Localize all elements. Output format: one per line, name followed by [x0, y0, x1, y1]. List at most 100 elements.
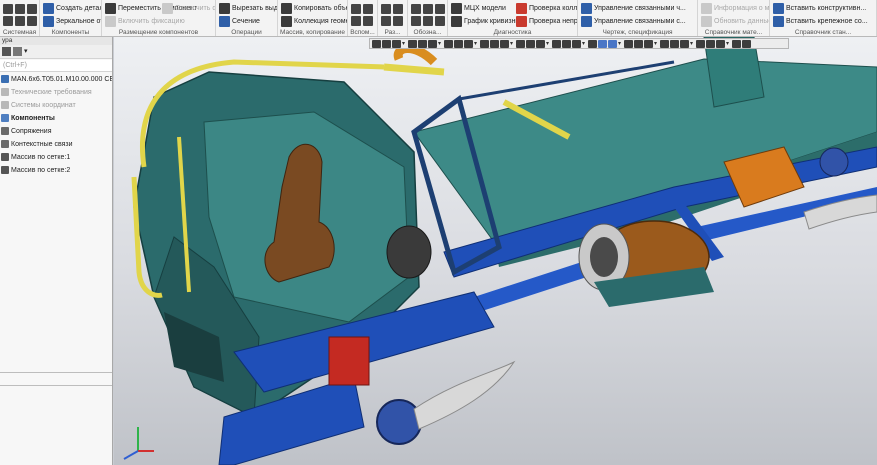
view-tool-icon[interactable]: [464, 39, 473, 48]
chevron-down-icon[interactable]: ▾: [402, 40, 407, 48]
tool-icon[interactable]: [423, 16, 433, 26]
view-tool-icon[interactable]: [454, 39, 463, 48]
3d-viewport[interactable]: ▾ ▾ ▾ ▾ ▾ ▾ ▾ ▾ ▾ ▾: [114, 37, 877, 465]
tool-icon[interactable]: [423, 4, 433, 14]
view-tool-icon[interactable]: [408, 39, 417, 48]
ribbon-button[interactable]: Коллекция геометрии: [281, 16, 347, 27]
tree-item-label: Системы координат: [11, 101, 76, 109]
view-tool-icon[interactable]: [742, 39, 751, 48]
ribbon-button[interactable]: Вставить крепежное со...: [773, 16, 868, 27]
ribbon-button[interactable]: Отключить фиксацию: [162, 3, 215, 14]
tree-item[interactable]: MAN.6x6.T05.01.M10.00.000 СБ Грузо: [0, 73, 112, 85]
view-tool-icon[interactable]: [500, 39, 509, 48]
view-tool-icon[interactable]: [598, 39, 607, 48]
ribbon-button[interactable]: График кривизны: [451, 16, 520, 27]
tool-icon[interactable]: [435, 4, 445, 14]
tree-search-input[interactable]: (Ctrl+F): [0, 60, 112, 72]
tree-item[interactable]: Массив по сетке:2: [0, 164, 112, 176]
tool-icon[interactable]: [27, 4, 37, 14]
tool-icon[interactable]: [363, 4, 373, 14]
tool-icon[interactable]: [435, 16, 445, 26]
ribbon-button[interactable]: Проверка непрерывности: [516, 16, 577, 27]
tool-icon[interactable]: [15, 4, 25, 14]
view-tool-icon[interactable]: [660, 39, 669, 48]
chevron-down-icon[interactable]: ▾: [510, 40, 515, 48]
ribbon-button[interactable]: Информация о материале: [701, 3, 769, 14]
tree-item[interactable]: Компоненты: [0, 112, 112, 124]
tool-icon[interactable]: [381, 16, 391, 26]
tool-icon[interactable]: [351, 4, 361, 14]
tool-icon[interactable]: [411, 16, 421, 26]
tool-icon[interactable]: [363, 16, 373, 26]
view-tool-icon[interactable]: [418, 39, 427, 48]
view-tool-icon[interactable]: [608, 39, 617, 48]
view-tool-icon[interactable]: [572, 39, 581, 48]
ribbon-button-label: Управление связанными с...: [594, 18, 686, 25]
chevron-down-icon[interactable]: ▾: [474, 40, 479, 48]
view-tool-icon[interactable]: [428, 39, 437, 48]
ribbon-button[interactable]: Проверка коллизий: [516, 3, 577, 14]
view-tool-icon[interactable]: [480, 39, 489, 48]
tree-item[interactable]: Контекстные связи: [0, 138, 112, 150]
view-tool-icon[interactable]: [490, 39, 499, 48]
ribbon-button[interactable]: Сечение: [219, 16, 260, 27]
chevron-down-icon[interactable]: ▾: [546, 40, 551, 48]
tree-structure-icon[interactable]: [13, 47, 22, 56]
view-tool-icon[interactable]: [716, 39, 725, 48]
chevron-down-icon[interactable]: ▾: [438, 40, 443, 48]
tool-icon[interactable]: [3, 16, 13, 26]
ribbon-button[interactable]: Зеркальное отражение ко...: [43, 16, 101, 27]
chevron-down-icon[interactable]: ▾: [582, 40, 587, 48]
ribbon-button[interactable]: МЦХ модели: [451, 3, 506, 14]
tree-item[interactable]: Сопряжения: [0, 125, 112, 137]
view-tool-icon[interactable]: [624, 39, 633, 48]
view-tool-icon[interactable]: [382, 39, 391, 48]
tree-item[interactable]: Технические требования: [0, 86, 112, 98]
tool-icon[interactable]: [351, 16, 361, 26]
ribbon-button[interactable]: Вставить конструктивн...: [773, 3, 866, 14]
view-tool-icon[interactable]: [732, 39, 741, 48]
ribbon-button-label: Информация о материале: [714, 5, 770, 12]
tree-item[interactable]: Системы координат: [0, 99, 112, 111]
tool-icon[interactable]: [381, 4, 391, 14]
chevron-down-icon[interactable]: ▾: [24, 47, 33, 56]
tool-icon[interactable]: [15, 16, 25, 26]
view-tool-icon[interactable]: [644, 39, 653, 48]
truck-model-render[interactable]: [114, 37, 877, 465]
chevron-down-icon[interactable]: ▾: [726, 40, 731, 48]
view-tool-icon[interactable]: [372, 39, 381, 48]
tool-icon[interactable]: [411, 4, 421, 14]
chevron-down-icon[interactable]: ▾: [654, 40, 659, 48]
view-tool-icon[interactable]: [526, 39, 535, 48]
ribbon-button[interactable]: Управление связанными ч...: [581, 3, 686, 14]
tool-icon[interactable]: [393, 16, 403, 26]
view-tool-icon[interactable]: [588, 39, 597, 48]
view-tool-icon[interactable]: [392, 39, 401, 48]
view-tool-icon[interactable]: [552, 39, 561, 48]
view-tool-icon[interactable]: [634, 39, 643, 48]
view-tool-icon[interactable]: [516, 39, 525, 48]
view-tool-icon[interactable]: [680, 39, 689, 48]
ribbon-button[interactable]: Обновить данные по мат...: [701, 16, 769, 27]
tree-item[interactable]: Массив по сетке:1: [0, 151, 112, 163]
view-tool-icon[interactable]: [444, 39, 453, 48]
view-tool-icon[interactable]: [696, 39, 705, 48]
ribbon-button[interactable]: Создать деталь: [43, 3, 101, 14]
ribbon-button[interactable]: Копировать объекты: [281, 3, 347, 14]
tool-icon[interactable]: [3, 4, 13, 14]
tool-icon[interactable]: [393, 4, 403, 14]
chevron-down-icon[interactable]: ▾: [690, 40, 695, 48]
view-tool-icon[interactable]: [562, 39, 571, 48]
view-tool-icon[interactable]: [536, 39, 545, 48]
view-tool-icon[interactable]: [670, 39, 679, 48]
ribbon-button[interactable]: Переместить компонент: [105, 3, 197, 14]
ribbon-group-caption: Справочник стан...: [794, 29, 852, 36]
chevron-down-icon[interactable]: ▾: [618, 40, 623, 48]
ribbon-button[interactable]: Включить фиксацию: [105, 16, 185, 27]
ribbon-button[interactable]: Управление связанными с...: [581, 16, 686, 27]
tree-view-icon[interactable]: [2, 47, 11, 56]
view-tool-icon[interactable]: [706, 39, 715, 48]
tree-item-label: MAN.6x6.T05.01.M10.00.000 СБ Грузо: [11, 75, 112, 83]
tool-icon[interactable]: [27, 16, 37, 26]
ribbon-button[interactable]: Вырезать выдавливанием: [219, 3, 277, 14]
